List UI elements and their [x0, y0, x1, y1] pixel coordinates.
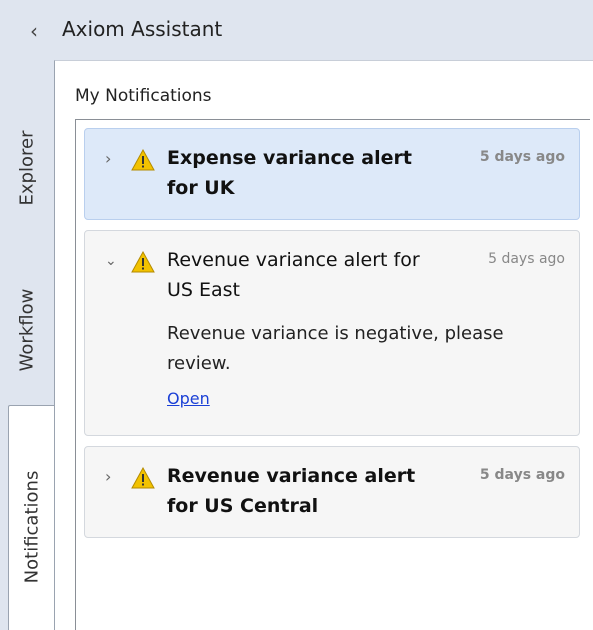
notification-time: 5 days ago [479, 149, 565, 165]
notification-time: 5 days ago [488, 251, 565, 267]
notification-time: 5 days ago [479, 467, 565, 483]
chevron-right-icon[interactable]: › [105, 469, 119, 485]
tab-explorer[interactable]: Explorer [0, 85, 54, 250]
chevron-down-icon[interactable]: ⌄ [105, 253, 119, 269]
notification-item[interactable]: › Revenue variance alert for US Central … [84, 446, 580, 538]
chevron-right-icon[interactable]: › [105, 151, 119, 167]
warning-icon [131, 251, 155, 273]
tab-workflow[interactable]: Workflow [0, 255, 54, 405]
tab-workflow-label: Workflow [16, 288, 38, 372]
vertical-tab-strip: Explorer Workflow Notifications [0, 60, 54, 630]
notification-title: Revenue variance alert for US East [167, 249, 420, 301]
warning-icon [131, 149, 155, 171]
tab-notifications-label: Notifications [21, 470, 42, 583]
notification-item[interactable]: ⌄ Revenue variance alert for US East 5 d… [84, 230, 580, 436]
tab-notifications[interactable]: Notifications [8, 405, 54, 630]
assistant-header: ‹ Axiom Assistant [0, 0, 593, 60]
tab-explorer-label: Explorer [16, 130, 38, 205]
open-link[interactable]: Open [167, 389, 210, 408]
panel-title: Axiom Assistant [62, 17, 223, 41]
notification-title: Expense variance alert for UK [167, 147, 412, 199]
notification-message: Revenue variance is negative, please rev… [167, 323, 504, 374]
notifications-panel: My Notifications › Expense variance aler… [54, 60, 593, 630]
warning-icon [131, 467, 155, 489]
section-title: My Notifications [75, 86, 212, 106]
chevron-left-icon[interactable]: ‹ [24, 19, 44, 43]
notification-list[interactable]: › Expense variance alert for UK 5 days a… [75, 119, 590, 630]
notification-item[interactable]: › Expense variance alert for UK 5 days a… [84, 128, 580, 220]
notification-title: Revenue variance alert for US Central [167, 465, 416, 517]
